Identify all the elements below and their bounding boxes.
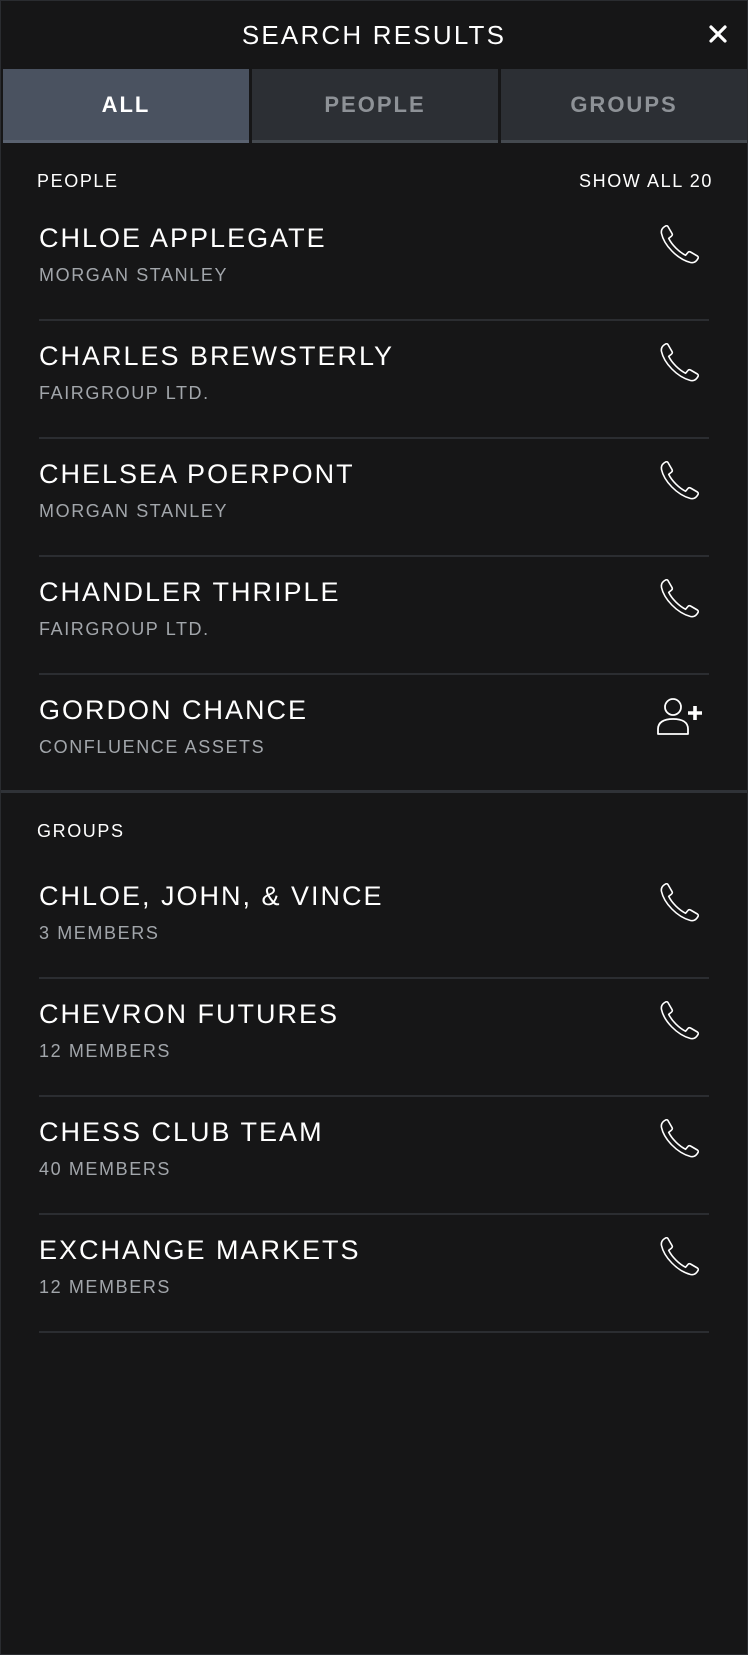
group-members: 3 MEMBERS — [39, 923, 160, 943]
add-contact-icon[interactable] — [655, 693, 703, 741]
show-all-people-link[interactable]: SHOW ALL 20 — [579, 171, 713, 192]
person-name: GORDON CHANCE — [39, 695, 309, 725]
person-row[interactable]: CHLOE APPLEGATE MORGAN STANLEY — [39, 203, 709, 321]
phone-icon[interactable] — [655, 997, 703, 1045]
person-company: MORGAN STANLEY — [39, 501, 229, 521]
filter-tabs: ALL PEOPLE GROUPS — [3, 69, 747, 143]
phone-icon[interactable] — [655, 339, 703, 387]
person-row[interactable]: CHANDLER THRIPLE FAIRGROUP LTD. — [39, 557, 709, 675]
section-divider — [1, 790, 747, 793]
groups-section-title: GROUPS — [37, 821, 125, 841]
person-name: CHELSEA POERPONT — [39, 459, 355, 489]
bottom-edge — [0, 1655, 750, 1662]
group-name: EXCHANGE MARKETS — [39, 1235, 361, 1265]
tab-groups[interactable]: GROUPS — [501, 69, 747, 143]
close-icon[interactable] — [707, 23, 729, 45]
person-name: CHANDLER THRIPLE — [39, 577, 341, 607]
person-company: FAIRGROUP LTD. — [39, 383, 210, 403]
group-row[interactable]: CHLOE, JOHN, & VINCE 3 MEMBERS — [39, 861, 709, 979]
group-name: CHESS CLUB TEAM — [39, 1117, 324, 1147]
tab-all[interactable]: ALL — [3, 69, 249, 143]
group-name: CHLOE, JOHN, & VINCE — [39, 881, 384, 911]
group-row[interactable]: CHESS CLUB TEAM 40 MEMBERS — [39, 1097, 709, 1215]
group-members: 12 MEMBERS — [39, 1277, 172, 1297]
phone-icon[interactable] — [655, 221, 703, 269]
phone-icon[interactable] — [655, 575, 703, 623]
tab-people[interactable]: PEOPLE — [252, 69, 498, 143]
person-company: FAIRGROUP LTD. — [39, 619, 210, 639]
people-section-title: PEOPLE — [37, 171, 119, 191]
person-company: CONFLUENCE ASSETS — [39, 737, 266, 757]
group-members: 12 MEMBERS — [39, 1041, 172, 1061]
group-name: CHEVRON FUTURES — [39, 999, 340, 1029]
person-row[interactable]: GORDON CHANCE CONFLUENCE ASSETS — [39, 675, 709, 793]
group-row[interactable]: EXCHANGE MARKETS 12 MEMBERS — [39, 1215, 709, 1333]
groups-section-header: GROUPS — [37, 821, 713, 842]
person-row[interactable]: CHARLES BREWSTERLY FAIRGROUP LTD. — [39, 321, 709, 439]
person-company: MORGAN STANLEY — [39, 265, 229, 285]
header: SEARCH RESULTS — [1, 1, 747, 69]
phone-icon[interactable] — [655, 879, 703, 927]
people-section-header: PEOPLE SHOW ALL 20 — [37, 171, 713, 192]
search-results-panel: SEARCH RESULTS ALL PEOPLE GROUPS PEOPLE … — [0, 0, 748, 1655]
phone-icon[interactable] — [655, 457, 703, 505]
phone-icon[interactable] — [655, 1115, 703, 1163]
person-name: CHLOE APPLEGATE — [39, 223, 327, 253]
person-name: CHARLES BREWSTERLY — [39, 341, 395, 371]
page-title: SEARCH RESULTS — [241, 19, 507, 50]
person-row[interactable]: CHELSEA POERPONT MORGAN STANLEY — [39, 439, 709, 557]
group-row[interactable]: CHEVRON FUTURES 12 MEMBERS — [39, 979, 709, 1097]
phone-icon[interactable] — [655, 1233, 703, 1281]
group-members: 40 MEMBERS — [39, 1159, 172, 1179]
